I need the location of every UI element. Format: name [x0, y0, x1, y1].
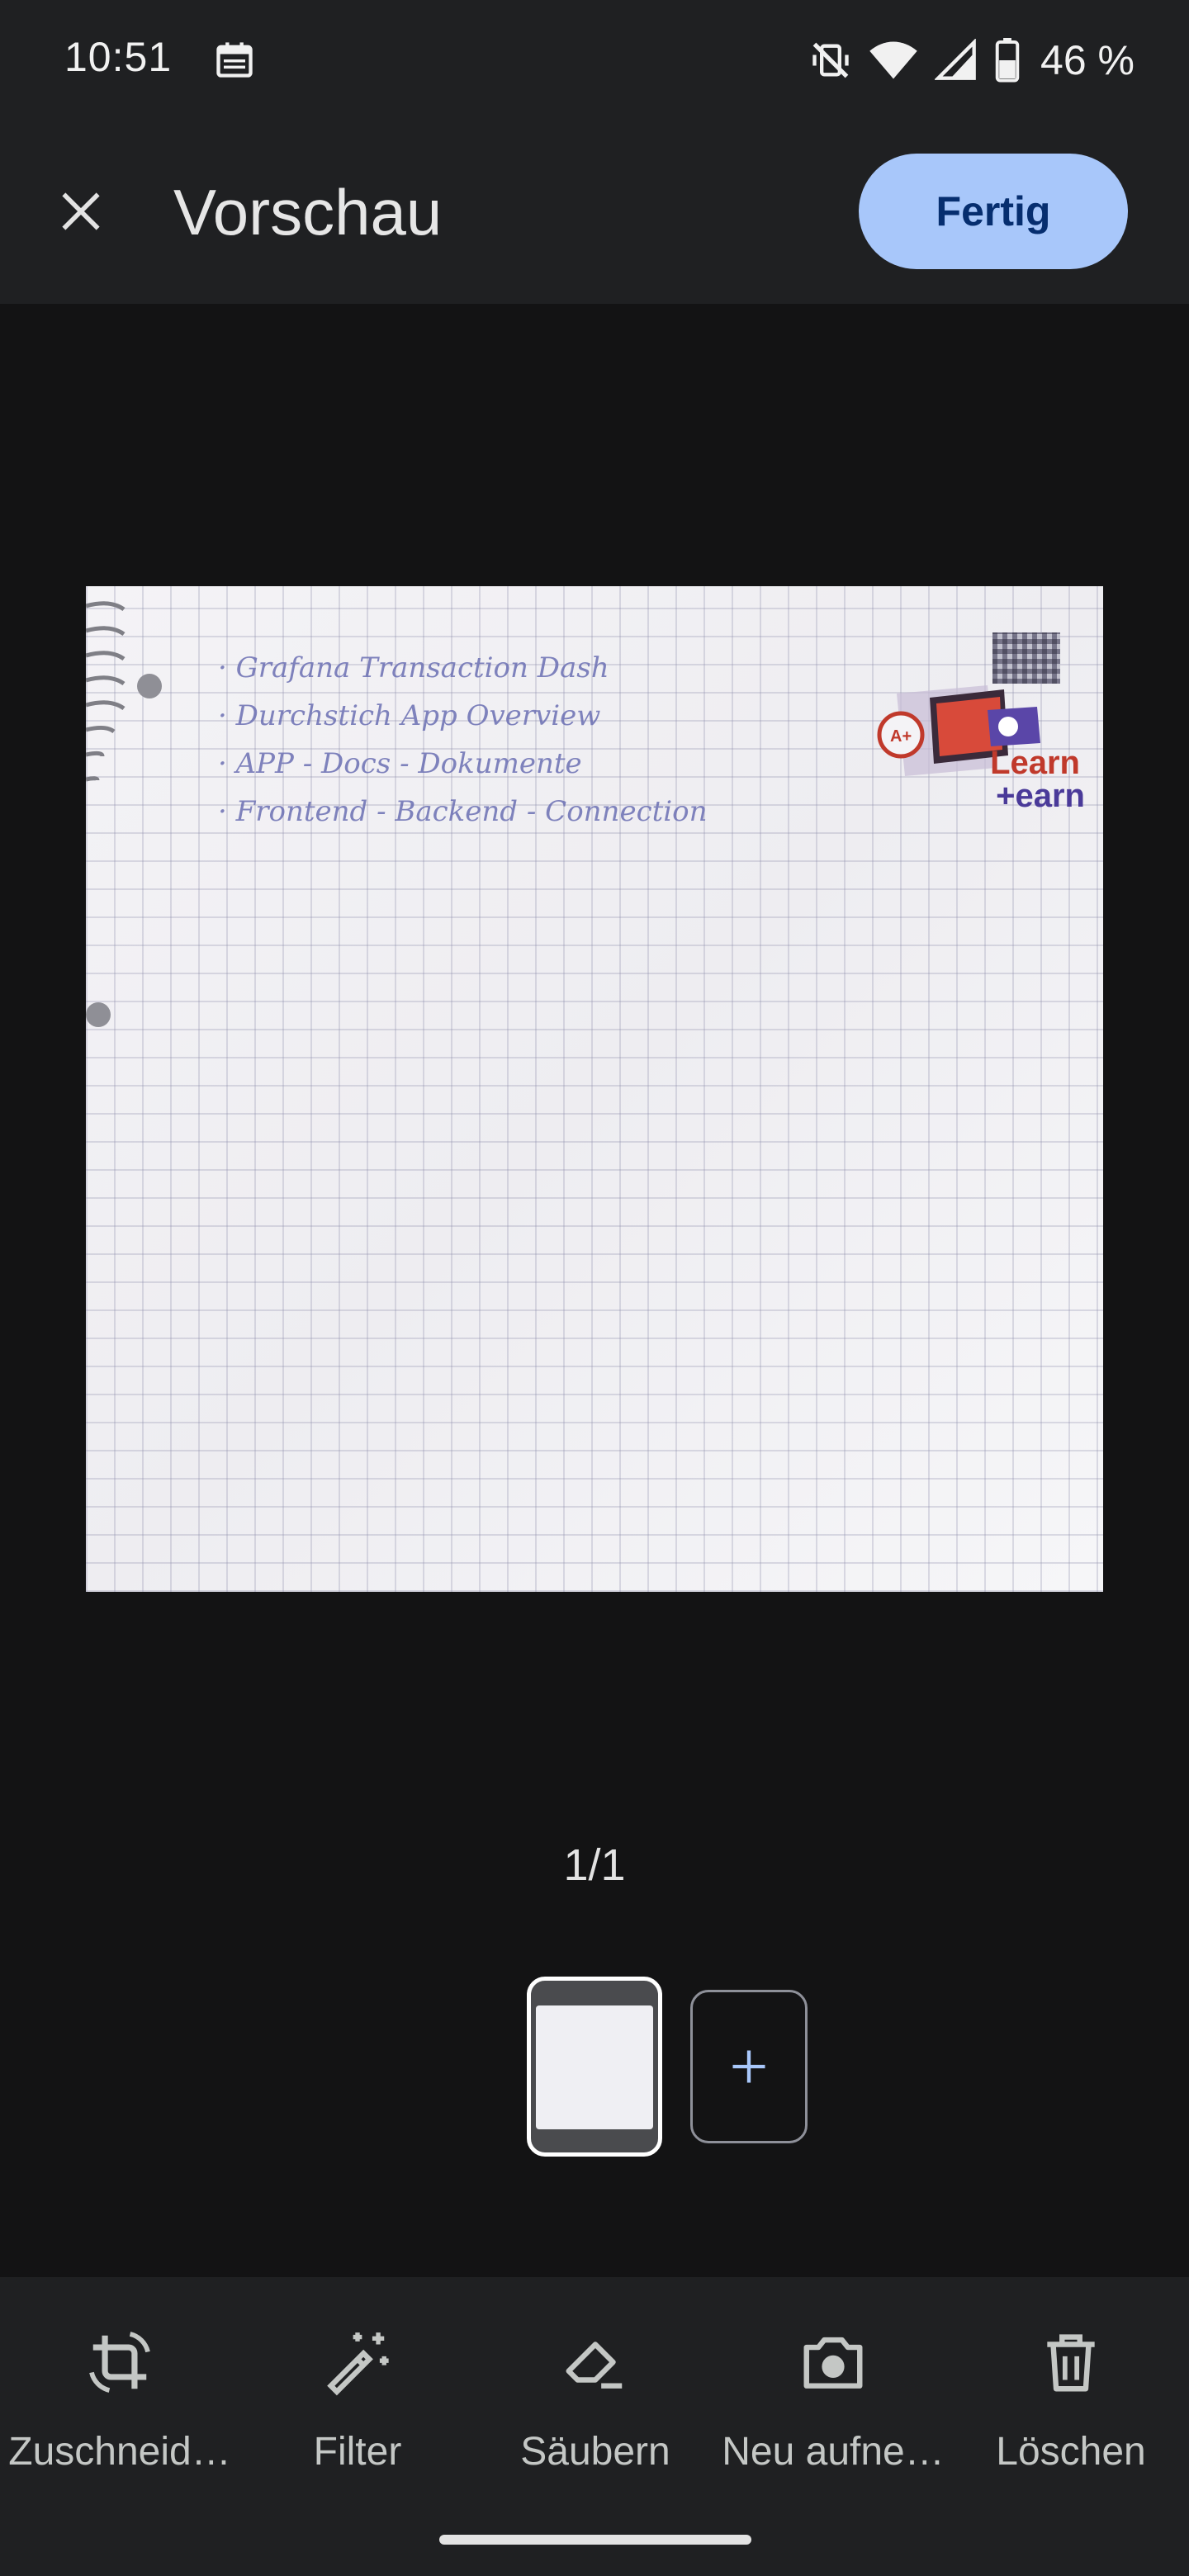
status-time: 10:51: [64, 34, 173, 80]
logo-text-learn: Learn: [990, 745, 1080, 781]
done-button[interactable]: Fertig: [859, 154, 1128, 269]
note-line: APP - Docs - Dokumente: [218, 740, 708, 788]
signal-icon: [935, 39, 976, 80]
crop-label: Zuschneid…: [8, 2430, 231, 2474]
mute-vibrate-icon: [812, 42, 849, 78]
note-line: Durchstich App Overview: [218, 692, 708, 740]
gesture-navigation-bar[interactable]: [439, 2535, 751, 2545]
trash-icon: [1047, 2334, 1095, 2392]
camera-icon: [803, 2337, 863, 2389]
retake-label: Neu aufne…: [722, 2430, 945, 2474]
wifi-icon: [869, 41, 917, 79]
magic-wand-icon: [327, 2332, 389, 2396]
status-icons: 46 %: [809, 31, 1135, 89]
battery-icon: [995, 38, 1020, 83]
svg-text:A+: A+: [890, 727, 912, 746]
filter-button[interactable]: Filter: [238, 2327, 477, 2492]
calendar-icon: [216, 42, 253, 78]
battery-percent: 46 %: [1040, 37, 1135, 83]
crop-rotate-icon: [89, 2332, 150, 2393]
qr-code: [992, 632, 1060, 684]
top-app-bar: Vorschau Fertig: [0, 124, 1189, 304]
add-page-button[interactable]: [690, 1990, 808, 2143]
note-line: Frontend - Backend - Connection: [218, 788, 708, 836]
status-bar: 10:51 46 %: [0, 0, 1189, 124]
handwritten-notes: Grafana Transaction Dash Durchstich App …: [218, 644, 708, 836]
logo-text-earn: +earn: [996, 778, 1085, 814]
punch-hole: [137, 674, 162, 698]
clean-button[interactable]: Säubern: [476, 2327, 715, 2492]
punch-hole: [86, 1002, 111, 1027]
close-button[interactable]: [43, 173, 119, 249]
crop-button[interactable]: Zuschneid…: [0, 2327, 239, 2492]
thumbnail-image: [536, 2005, 653, 2129]
page-title: Vorschau: [173, 176, 443, 249]
bottom-toolbar: Zuschneid… Filter Säubern Neu aufne… Lös…: [0, 2277, 1189, 2576]
scanned-document-preview[interactable]: Grafana Transaction Dash Durchstich App …: [86, 586, 1103, 1592]
delete-button[interactable]: Löschen: [951, 2327, 1189, 2492]
notebook-spiral: [86, 594, 132, 859]
plus-icon: [732, 2050, 765, 2083]
filter-label: Filter: [313, 2430, 402, 2474]
eraser-icon: [566, 2342, 623, 2389]
clean-label: Säubern: [520, 2430, 670, 2474]
delete-label: Löschen: [996, 2430, 1146, 2474]
retake-button[interactable]: Neu aufne…: [713, 2327, 953, 2492]
page-indicator: 1/1: [563, 1840, 626, 1890]
note-line: Grafana Transaction Dash: [218, 644, 708, 692]
close-icon: [62, 192, 100, 230]
page-thumbnail[interactable]: [527, 1977, 662, 2157]
